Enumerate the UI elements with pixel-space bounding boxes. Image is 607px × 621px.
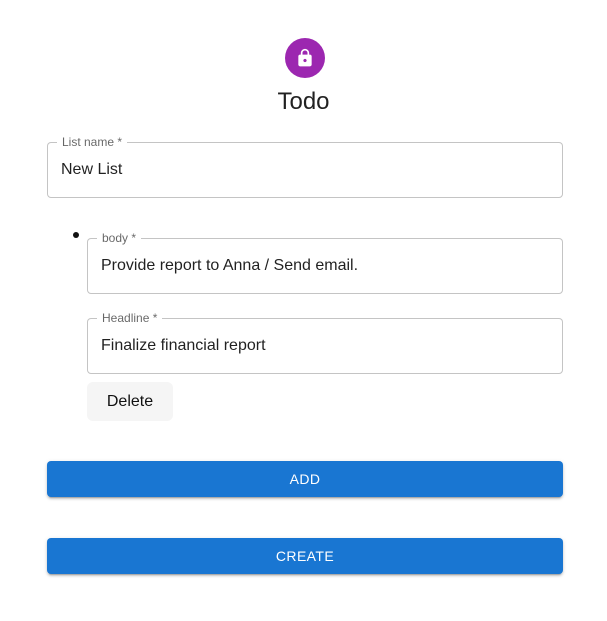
create-button[interactable]: CREATE	[47, 538, 563, 574]
body-field[interactable]: body *	[87, 231, 563, 294]
add-button[interactable]: ADD	[47, 461, 563, 497]
body-input[interactable]	[101, 239, 549, 293]
headline-field[interactable]: Headline *	[87, 311, 563, 374]
todo-form-page: Todo List name * body * Headline * Delet…	[0, 0, 607, 621]
avatar	[285, 38, 325, 78]
headline-input[interactable]	[101, 319, 549, 373]
lock-icon	[298, 48, 312, 67]
list-item-bullet	[73, 232, 79, 238]
delete-button[interactable]: Delete	[87, 382, 173, 421]
page-title: Todo	[277, 88, 330, 115]
list-name-input[interactable]	[61, 143, 549, 197]
list-name-field[interactable]: List name *	[47, 135, 563, 198]
